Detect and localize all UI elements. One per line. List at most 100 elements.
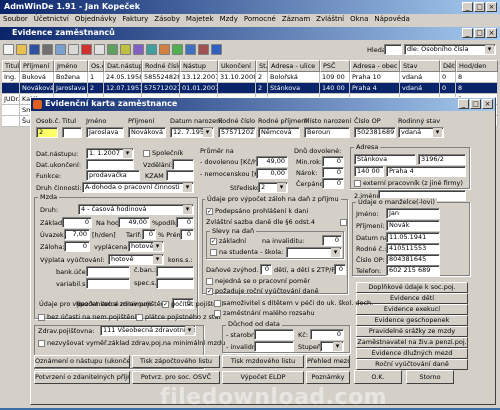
cost-center-select[interactable]: 2 <box>258 182 288 193</box>
column-header[interactable]: Hod/den <box>456 60 498 72</box>
side-action-button[interactable]: Evidence dlužných mezd <box>356 348 468 359</box>
advance-paid-select[interactable]: hotově <box>128 241 164 252</box>
filter-icon[interactable] <box>120 44 131 55</box>
menu-item[interactable]: Majetek <box>183 14 217 24</box>
bottom-action-button[interactable]: Přehled mezd <box>306 355 350 368</box>
preview-icon[interactable] <box>55 44 66 55</box>
spec-symbol-field[interactable] <box>156 278 194 289</box>
menu-item[interactable]: Zvláštní <box>313 14 347 24</box>
end-date-field[interactable] <box>86 159 134 170</box>
card-head-field[interactable]: 5757120270 <box>218 127 256 138</box>
card-head-field[interactable]: 2 <box>36 127 58 138</box>
card-head-field[interactable]: Nováková <box>128 127 166 138</box>
avg-vacation-field[interactable]: 49,00 <box>256 156 288 167</box>
partner-checkbox[interactable] <box>143 150 150 157</box>
bank-account-field[interactable] <box>86 266 130 277</box>
ok-button[interactable]: O.K. <box>354 370 402 384</box>
spouse-birthno-field[interactable]: 410511553 <box>386 243 440 254</box>
base-field[interactable]: 0 <box>62 217 92 228</box>
save-icon[interactable] <box>29 44 40 55</box>
print-icon[interactable] <box>42 44 53 55</box>
spouse-birthdate-field[interactable]: 11.05.1941 <box>386 232 440 243</box>
column-header[interactable]: Jméno <box>54 60 88 72</box>
used-field[interactable]: 0 <box>322 178 344 189</box>
cancel-button[interactable]: Storno <box>406 370 454 384</box>
delete-icon[interactable] <box>81 44 92 55</box>
external-worker-checkbox[interactable] <box>354 180 361 187</box>
bottom-action-button[interactable]: Poznámky <box>306 371 350 384</box>
var-symbol-field[interactable] <box>86 278 130 289</box>
workload-field[interactable]: 7,00 <box>64 229 90 240</box>
close-icon[interactable]: × <box>486 2 497 12</box>
menu-item[interactable]: Mzdy <box>217 14 241 24</box>
open-icon[interactable] <box>16 44 27 55</box>
child-count-field[interactable]: 0 <box>260 264 272 275</box>
column-header[interactable]: Ukončení <box>218 60 256 72</box>
advance-field[interactable]: 0 <box>64 241 90 252</box>
spouse-surname-field[interactable]: Novák <box>386 220 440 231</box>
add-icon[interactable] <box>146 44 157 55</box>
state-payer-checkbox[interactable] <box>136 314 143 321</box>
export-icon[interactable] <box>185 44 196 55</box>
payout-select[interactable]: hotově <box>108 254 164 265</box>
help-icon[interactable] <box>211 44 222 55</box>
column-header[interactable]: Stav <box>400 60 440 72</box>
spouse-id-field[interactable]: 804381645 <box>386 254 440 265</box>
disability-relief-field[interactable]: 0 <box>322 235 342 246</box>
chart-icon[interactable] <box>172 44 183 55</box>
side-action-button[interactable]: Pravidelné srážky ze mzdy <box>356 326 468 337</box>
bottom-action-button[interactable]: Tisk mzdového listu <box>222 355 304 368</box>
bottom-action-button[interactable]: Výpočet ELDP <box>222 371 304 384</box>
degree-select[interactable] <box>320 341 344 352</box>
prev-year-field[interactable]: 0 <box>322 156 344 167</box>
card-head-field[interactable]: vdaná <box>398 127 444 138</box>
search-input[interactable] <box>384 44 402 55</box>
no-min-wage-checkbox[interactable] <box>38 340 45 347</box>
side-action-button[interactable]: Doplňkové údaje k soc.poj. <box>356 282 468 293</box>
menu-item[interactable]: Nápověda <box>371 14 412 24</box>
bottom-action-button[interactable]: Potvrz. pro soc. OSVČ <box>132 371 220 384</box>
hire-date-field[interactable]: 1. 1.2007 <box>86 148 134 159</box>
education-field[interactable] <box>172 159 194 170</box>
sub-minimize-icon[interactable]: _ <box>462 28 473 38</box>
import-icon[interactable] <box>198 44 209 55</box>
column-header[interactable]: Titul <box>2 60 20 72</box>
student-school-select[interactable] <box>286 247 342 258</box>
copy-icon[interactable] <box>94 44 105 55</box>
card-head-field[interactable]: 12. 7.1957 <box>170 127 214 138</box>
column-header[interactable]: Rodné číslo <box>142 60 180 72</box>
menu-item[interactable]: Záznam <box>279 14 313 24</box>
special-rate-checkbox[interactable] <box>340 219 347 226</box>
dialog-minimize-icon[interactable]: _ <box>458 99 469 109</box>
calc-icon[interactable] <box>159 44 170 55</box>
bottom-action-button[interactable]: Tisk zápočtového listu <box>132 355 220 368</box>
annual-settlement-checkbox[interactable]: ✓ <box>206 288 213 295</box>
share-field[interactable]: 0 <box>176 217 194 228</box>
wage-type-select[interactable]: 4 - časová hodinová <box>78 204 194 215</box>
find-icon[interactable] <box>107 44 118 55</box>
children-ztp-field[interactable]: 0 <box>334 264 346 275</box>
table-row[interactable]: Ing. Buková Božena 1 24.05.1958 585524828 13.1… <box>2 72 498 83</box>
column-header[interactable]: Nástup <box>180 60 218 72</box>
menu-item[interactable]: Soubor <box>0 14 31 24</box>
column-header[interactable]: Adresa - ulice <box>268 60 320 72</box>
per-hour-field[interactable]: 49,00 <box>118 217 150 228</box>
menu-item[interactable]: Objednávky <box>72 14 119 24</box>
bank-code-field[interactable] <box>156 266 194 277</box>
search-by-select[interactable]: dle: Osobního čísla <box>404 44 496 55</box>
column-header[interactable]: St. <box>256 60 268 72</box>
spouse-name-field[interactable]: Jan <box>386 208 440 219</box>
house-number-field[interactable]: 3196/2 <box>418 154 466 165</box>
single-parent-checkbox[interactable] <box>214 300 221 307</box>
sort-icon[interactable] <box>133 44 144 55</box>
column-header[interactable]: Adresa - obec <box>350 60 400 72</box>
avg-sick-field[interactable]: 0,00 <box>256 168 288 179</box>
menu-item[interactable]: Pomocné <box>241 14 279 24</box>
no-sick-insurance-checkbox[interactable] <box>38 314 45 321</box>
tax-declaration-checkbox[interactable]: ✓ <box>206 208 213 215</box>
menu-item[interactable]: Faktury <box>119 14 151 24</box>
dialog-maximize-icon[interactable]: □ <box>470 99 481 109</box>
card-head-field[interactable]: Beroun <box>304 127 350 138</box>
table-row[interactable]: NovákováJaroslava212.07.1957575712027001… <box>2 83 498 94</box>
column-header[interactable]: Příjmení <box>20 60 54 72</box>
